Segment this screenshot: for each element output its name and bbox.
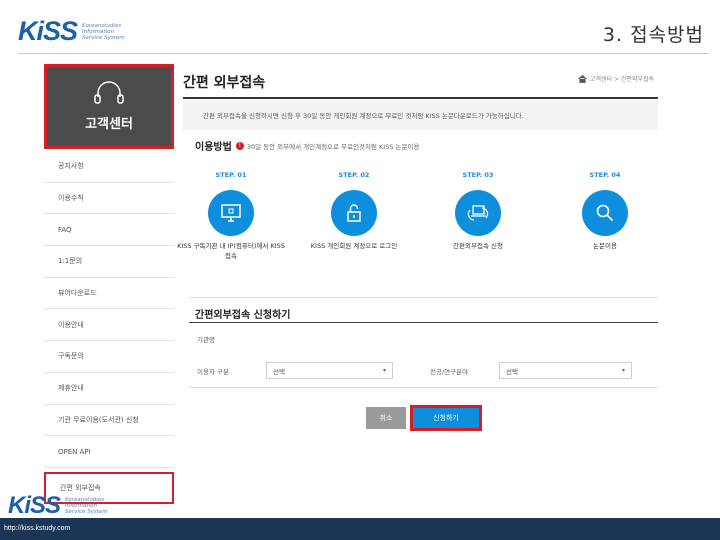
monitor-icon — [221, 204, 241, 222]
step-1: STEP. 01 KISS 구독기관 내 IP(컴퓨터)에서 KISS 접속 — [176, 171, 286, 261]
sidebar-item-open-api[interactable]: OPEN API — [44, 436, 174, 468]
cancel-button[interactable]: 취소 — [366, 407, 406, 429]
step-4-description: 논문이용 — [593, 242, 617, 250]
header-divider — [18, 53, 708, 54]
step-2-label: STEP. 02 — [338, 171, 370, 179]
usage-description: 30일 동안 외부에서 개인계정으로 무료인것처럼 KISS 논문이용 — [246, 142, 420, 151]
laptop-sync-icon — [467, 205, 489, 221]
step-2-circle — [331, 190, 377, 236]
footer-url[interactable]: http://kiss.kstudy.com — [4, 525, 70, 532]
sidebar-item-library-free[interactable]: 기관 무료이용(도서관) 신청 — [44, 405, 174, 437]
breadcrumb-text[interactable]: 고객센터 > 간편외부접속 — [590, 74, 654, 83]
user-type-select[interactable]: 선택 ▾ — [266, 362, 393, 379]
step-3-label: STEP. 03 — [462, 171, 494, 179]
customer-center-label: 고객센터 — [85, 117, 133, 132]
usage-heading: 이용방법 ! 30일 동안 외부에서 개인계정으로 무료인것처럼 KISS 논문… — [195, 138, 419, 153]
institution-label: 기관명 — [197, 336, 215, 344]
headset-icon — [94, 81, 124, 104]
usage-title: 이용방법 — [195, 142, 232, 153]
footer-logo-subtitle: Koreanstudies Information Service System — [65, 497, 108, 515]
footer-logo-wordmark: KiSS — [8, 492, 61, 519]
home-icon[interactable] — [578, 74, 587, 83]
chevron-down-icon: ▾ — [621, 367, 625, 374]
sidebar-item-viewer-download[interactable]: 뷰어다운로드 — [44, 278, 174, 310]
sidebar-item-subscription[interactable]: 구독문의 — [44, 341, 174, 373]
sidebar: 고객센터 공지사항 이용수칙 FAQ 1:1문의 뷰어다운로드 이용안내 구독문… — [44, 64, 174, 504]
lock-icon — [347, 204, 361, 222]
step-2-description: KISS 개인회원 계정으로 로그인 — [310, 242, 398, 250]
sidebar-item-rules[interactable]: 이용수칙 — [44, 183, 174, 215]
step-1-label: STEP. 01 — [215, 171, 247, 179]
research-field-select[interactable]: 선택 ▾ — [499, 362, 632, 379]
chevron-down-icon: ▾ — [382, 367, 386, 374]
apply-title-divider — [189, 322, 658, 323]
step-1-description: KISS 구독기관 내 IP(컴퓨터)에서 KISS 접속 — [177, 242, 285, 260]
footer-bar — [0, 518, 720, 540]
step-3-description: 간편외부접속 신청 — [453, 242, 503, 250]
kiss-logo[interactable]: KiSS Koreanstudies Information Service S… — [18, 16, 130, 47]
research-field-value: 선택 — [506, 367, 518, 376]
sidebar-item-usage-guide[interactable]: 이용안내 — [44, 309, 174, 342]
sidebar-item-inquiry[interactable]: 1:1문의 — [44, 246, 174, 278]
step-3-circle — [455, 190, 501, 236]
section-divider — [189, 297, 658, 298]
notice-box: 간편 외부접속을 신청하시면 신청 후 30일 동안 개인회원 계정으로 무료인… — [183, 100, 658, 130]
step-1-circle — [208, 190, 254, 236]
apply-button[interactable]: 신청하기 — [410, 405, 482, 431]
sidebar-item-notice[interactable]: 공지사항 — [44, 151, 174, 183]
sidebar-menu: 공지사항 이용수칙 FAQ 1:1문의 뷰어다운로드 이용안내 구독문의 제휴안… — [44, 151, 174, 504]
breadcrumb: 고객센터 > 간편외부접속 — [578, 74, 654, 83]
sidebar-item-partnership[interactable]: 제휴안내 — [44, 373, 174, 405]
alert-icon: ! — [235, 141, 244, 150]
main-content: 간편 외부접속 고객센터 > 간편외부접속 간편 외부접속을 신청하시면 신청 … — [177, 64, 658, 431]
step-3: STEP. 03 간편외부접속 신청 — [423, 171, 533, 252]
footer-logo: KiSS Koreanstudies Information Service S… — [8, 492, 113, 520]
slide-title: 3. 접속방법 — [602, 24, 704, 46]
user-type-value: 선택 — [273, 367, 285, 376]
search-icon — [596, 204, 614, 222]
research-field-label: 전공/연구분야 — [430, 368, 469, 376]
step-2: STEP. 02 KISS 개인회원 계정으로 로그인 — [299, 171, 409, 252]
sidebar-item-faq[interactable]: FAQ — [44, 214, 174, 247]
title-divider — [183, 97, 658, 99]
logo-wordmark: KiSS — [18, 16, 78, 46]
step-4-circle — [582, 190, 628, 236]
apply-section-title: 간편외부접속 신청하기 — [195, 310, 291, 321]
user-type-label: 이용자 구분 — [197, 368, 229, 376]
step-4-label: STEP. 04 — [589, 171, 621, 179]
logo-subtitle: Koreanstudies Information Service System — [82, 22, 125, 41]
step-4: STEP. 04 논문이용 — [550, 171, 660, 252]
form-divider — [189, 387, 658, 388]
customer-center-box[interactable]: 고객센터 — [44, 64, 174, 149]
